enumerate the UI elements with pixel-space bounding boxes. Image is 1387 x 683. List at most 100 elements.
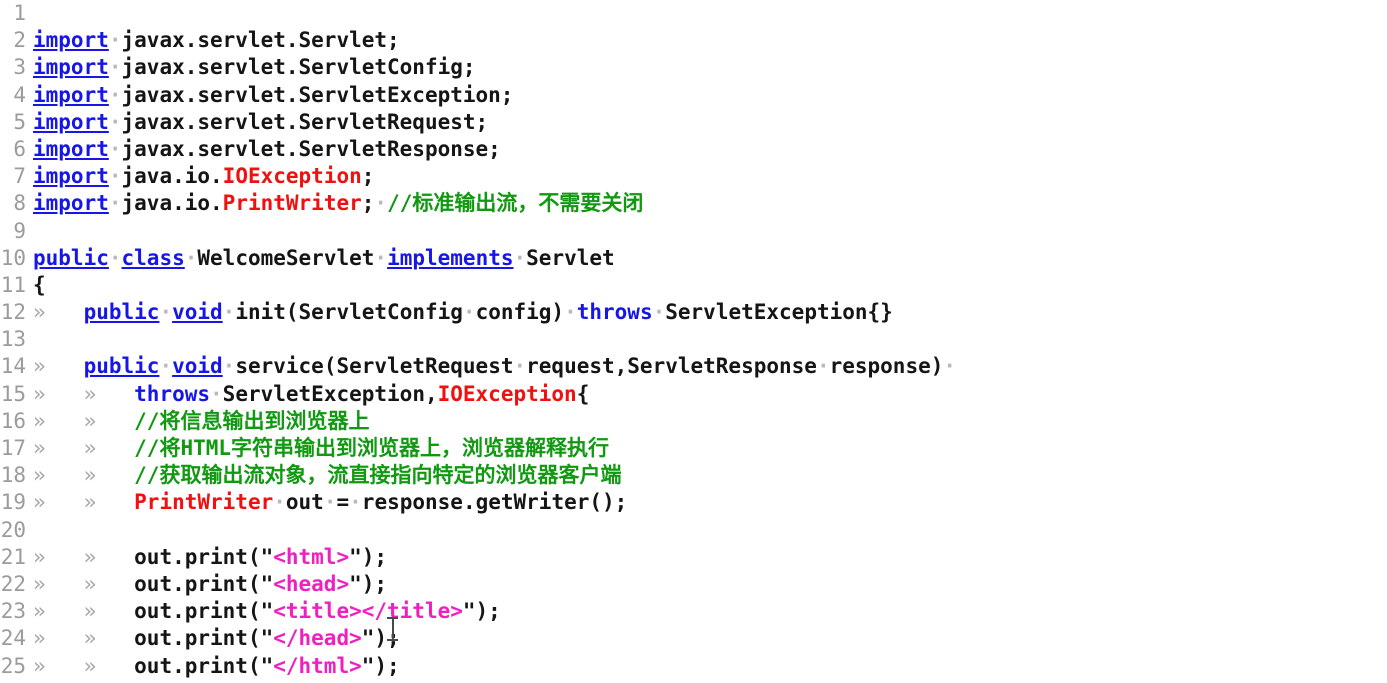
code-line[interactable]: 8 import·java.io.PrintWriter;·//标准输出流，不需要… — [0, 190, 1387, 217]
token-keyword: throws — [576, 300, 653, 325]
space-marker-icon: · — [159, 354, 173, 379]
line-number: 13 — [0, 327, 26, 352]
code-line[interactable]: 20 — [0, 517, 1387, 544]
token-keyword: throws — [134, 381, 211, 406]
code-line[interactable]: 5 import·javax.servlet.ServletRequest; — [0, 109, 1387, 136]
code-line[interactable]: 1 — [0, 0, 1387, 27]
space-marker-icon: · — [513, 354, 527, 379]
space-marker-icon: · — [816, 354, 830, 379]
tab-marker-icon: » — [83, 571, 135, 596]
code-line-content[interactable]: import·javax.servlet.Servlet; — [26, 27, 400, 54]
code-line-content[interactable]: » » out.print("<html>"); — [26, 544, 387, 571]
token-plain: javax.servlet.ServletResponse; — [121, 136, 501, 161]
line-number: 1 — [13, 1, 26, 25]
code-line[interactable]: 6 import·javax.servlet.ServletResponse; — [0, 136, 1387, 163]
token-plain: "); — [349, 571, 388, 596]
code-line[interactable]: 4 import·javax.servlet.ServletException; — [0, 82, 1387, 109]
token-comment: //将HTML字符串输出到浏览器上，浏览器解释执行 — [134, 436, 610, 460]
token-plain: java.io. — [121, 164, 223, 189]
code-line-content[interactable]: import·javax.servlet.ServletResponse; — [26, 136, 501, 163]
code-line-content[interactable]: import·javax.servlet.ServletConfig; — [26, 54, 476, 81]
code-line-content[interactable]: import·java.io.PrintWriter;·//标准输出流，不需要关… — [26, 190, 643, 217]
code-line-content[interactable]: » public·void·service(ServletRequest·req… — [26, 353, 956, 380]
line-number: 25 — [0, 653, 26, 678]
line-number: 23 — [0, 599, 26, 624]
code-line-content[interactable]: import·javax.servlet.ServletRequest; — [26, 109, 488, 136]
space-marker-icon: · — [513, 245, 527, 270]
token-keyword: import — [33, 55, 109, 80]
token-plain: out.print(" — [134, 626, 274, 651]
space-marker-icon: · — [374, 191, 388, 216]
code-line[interactable]: 19» » PrintWriter·out·=·response.getWrit… — [0, 489, 1387, 516]
token-comment: //将信息输出到浏览器上 — [134, 408, 370, 433]
space-marker-icon: · — [652, 300, 666, 325]
code-line-content[interactable]: » » //将信息输出到浏览器上 — [26, 408, 369, 435]
token-keyword: import — [33, 82, 109, 107]
token-comment: //获取输出流对象，流直接指向特定的浏览器客户端 — [134, 463, 622, 488]
code-line-content[interactable]: { — [26, 272, 46, 299]
code-line-content[interactable]: » » PrintWriter·out·=·response.getWriter… — [26, 489, 627, 516]
token-keyword: import — [33, 28, 109, 53]
space-marker-icon: · — [943, 354, 957, 379]
space-marker-icon: · — [108, 28, 122, 53]
code-line[interactable]: 15» » throws·ServletException,IOExceptio… — [0, 381, 1387, 408]
code-line[interactable]: 7 import·java.io.IOException; — [0, 163, 1387, 190]
code-line[interactable]: 18» » //获取输出流对象，流直接指向特定的浏览器客户端 — [0, 462, 1387, 489]
code-line-content[interactable]: » » throws·ServletException,IOException{ — [26, 381, 589, 408]
token-keyword: void — [172, 354, 223, 379]
space-marker-icon: · — [222, 300, 236, 325]
code-editor-viewport[interactable]: 1 2 import·javax.servlet.Servlet; 3 import·j… — [0, 0, 1387, 683]
code-line-content[interactable]: import·java.io.IOException; — [26, 163, 374, 190]
line-number: 12 — [0, 300, 26, 325]
code-line-content[interactable]: » » out.print("<title></title>"); — [26, 598, 501, 625]
code-line[interactable]: 2 import·javax.servlet.Servlet; — [0, 27, 1387, 54]
token-plain: out.print(" — [134, 653, 274, 678]
tab-marker-icon: » — [83, 490, 135, 515]
space-marker-icon: · — [462, 300, 476, 325]
code-line[interactable]: 11 { — [0, 272, 1387, 299]
code-line[interactable]: 25» » out.print("</html>"); — [0, 653, 1387, 680]
token-string: </head> — [273, 626, 362, 651]
token-plain: out.print(" — [134, 544, 274, 569]
code-line[interactable]: 23» » out.print("<title></title>"); — [0, 598, 1387, 625]
code-line[interactable]: 9 — [0, 218, 1387, 245]
token-plain: WelcomeServlet — [197, 245, 375, 270]
code-line[interactable]: 24» » out.print("</head>"); — [0, 625, 1387, 652]
code-line-content[interactable]: » » //将HTML字符串输出到浏览器上，浏览器解释执行 — [26, 435, 609, 462]
space-marker-icon: · — [210, 381, 223, 406]
code-line[interactable]: 17» » //将HTML字符串输出到浏览器上，浏览器解释执行 — [0, 435, 1387, 462]
line-number: 10 — [0, 245, 26, 270]
tab-marker-icon: » — [83, 626, 135, 651]
code-line-content[interactable]: » » out.print("</head>"); — [26, 625, 400, 652]
token-keyword: implements — [387, 245, 514, 270]
token-keyword: class — [121, 245, 185, 270]
line-number: 21 — [0, 544, 26, 569]
code-line[interactable]: 13 — [0, 326, 1387, 353]
code-lines-container[interactable]: 1 2 import·javax.servlet.Servlet; 3 import·j… — [0, 0, 1387, 683]
code-line-content[interactable]: » public·void·init(ServletConfig·config)… — [26, 299, 893, 326]
tab-marker-icon: » — [33, 408, 84, 433]
code-line-content[interactable]: » » out.print("</html>"); — [26, 653, 400, 680]
token-plain: Servlet — [526, 245, 615, 270]
token-plain: { — [33, 272, 46, 297]
token-plain: ; — [361, 191, 375, 216]
code-line[interactable]: 22» » out.print("<head>"); — [0, 571, 1387, 598]
code-line-content[interactable]: » » //获取输出流对象，流直接指向特定的浏览器客户端 — [26, 462, 621, 489]
line-number: 3 — [13, 55, 26, 80]
token-plain: init(ServletConfig — [235, 300, 463, 325]
code-line[interactable]: 16» » //将信息输出到浏览器上 — [0, 408, 1387, 435]
token-keyword: import — [33, 136, 109, 161]
token-plain: "); — [361, 653, 400, 678]
tab-marker-icon: » — [33, 599, 84, 624]
code-line[interactable]: 12» public·void·init(ServletConfig·confi… — [0, 299, 1387, 326]
token-plain: { — [576, 381, 590, 406]
code-line[interactable]: 14» public·void·service(ServletRequest·r… — [0, 353, 1387, 380]
code-line[interactable]: 3 import·javax.servlet.ServletConfig; — [0, 54, 1387, 81]
code-line-content[interactable]: » » out.print("<head>"); — [26, 571, 387, 598]
line-number: 19 — [0, 490, 26, 515]
code-line-content[interactable]: public·class·WelcomeServlet·implements·S… — [26, 245, 615, 272]
code-line[interactable]: 21» » out.print("<html>"); — [0, 544, 1387, 571]
line-number: 24 — [0, 626, 26, 651]
code-line[interactable]: 10 public·class·WelcomeServlet·implements… — [0, 245, 1387, 272]
code-line-content[interactable]: import·javax.servlet.ServletException; — [26, 82, 513, 109]
